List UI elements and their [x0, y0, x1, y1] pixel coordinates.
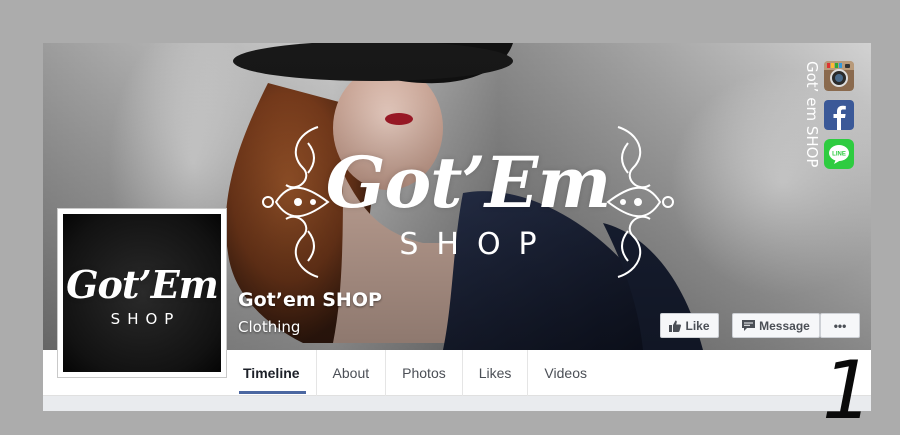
profile-brand-name: Got’Em	[66, 262, 219, 307]
message-button-label: Message	[759, 318, 810, 333]
page-category[interactable]: Clothing	[238, 318, 300, 336]
cover-brand-name: Got’Em	[325, 141, 612, 224]
page-tabs: Timeline About Photos Likes Videos	[229, 350, 603, 396]
tab-videos[interactable]: Videos	[528, 350, 603, 396]
like-button[interactable]: Like	[660, 313, 719, 338]
message-button[interactable]: Message	[732, 313, 820, 338]
more-options-label: •••	[833, 318, 847, 333]
tab-likes[interactable]: Likes	[463, 350, 529, 396]
facebook-page-card: Got’Em SHOP Got’ em SHOP LINE Got’em SHO…	[43, 43, 871, 411]
line-icon-label: LINE	[832, 152, 846, 158]
page-name[interactable]: Got’em SHOP	[238, 289, 382, 311]
facebook-icon[interactable]	[824, 100, 854, 130]
instagram-icon[interactable]	[824, 61, 854, 91]
more-options-button[interactable]: •••	[820, 313, 860, 338]
profile-picture-image: Got’Em SHOP	[63, 214, 221, 372]
message-icon	[742, 320, 756, 331]
tab-timeline[interactable]: Timeline	[229, 350, 317, 396]
tab-photos[interactable]: Photos	[386, 350, 463, 396]
cover-logo: Got’Em SHOP	[258, 123, 678, 283]
page-content-strip	[43, 396, 871, 411]
profile-picture[interactable]: Got’Em SHOP	[57, 208, 227, 378]
social-label: Got’ em SHOP	[803, 61, 821, 168]
line-icon[interactable]: LINE	[824, 139, 854, 169]
social-label-column: Got’ em SHOP	[801, 61, 821, 181]
social-icons: LINE	[824, 61, 854, 178]
annotation-number: 1	[822, 344, 873, 435]
profile-brand-sub: SHOP	[110, 310, 181, 328]
like-button-label: Like	[685, 318, 710, 333]
tab-about[interactable]: About	[317, 350, 387, 396]
cover-brand-sub: SHOP	[399, 227, 555, 262]
thumbs-up-icon	[669, 320, 682, 332]
